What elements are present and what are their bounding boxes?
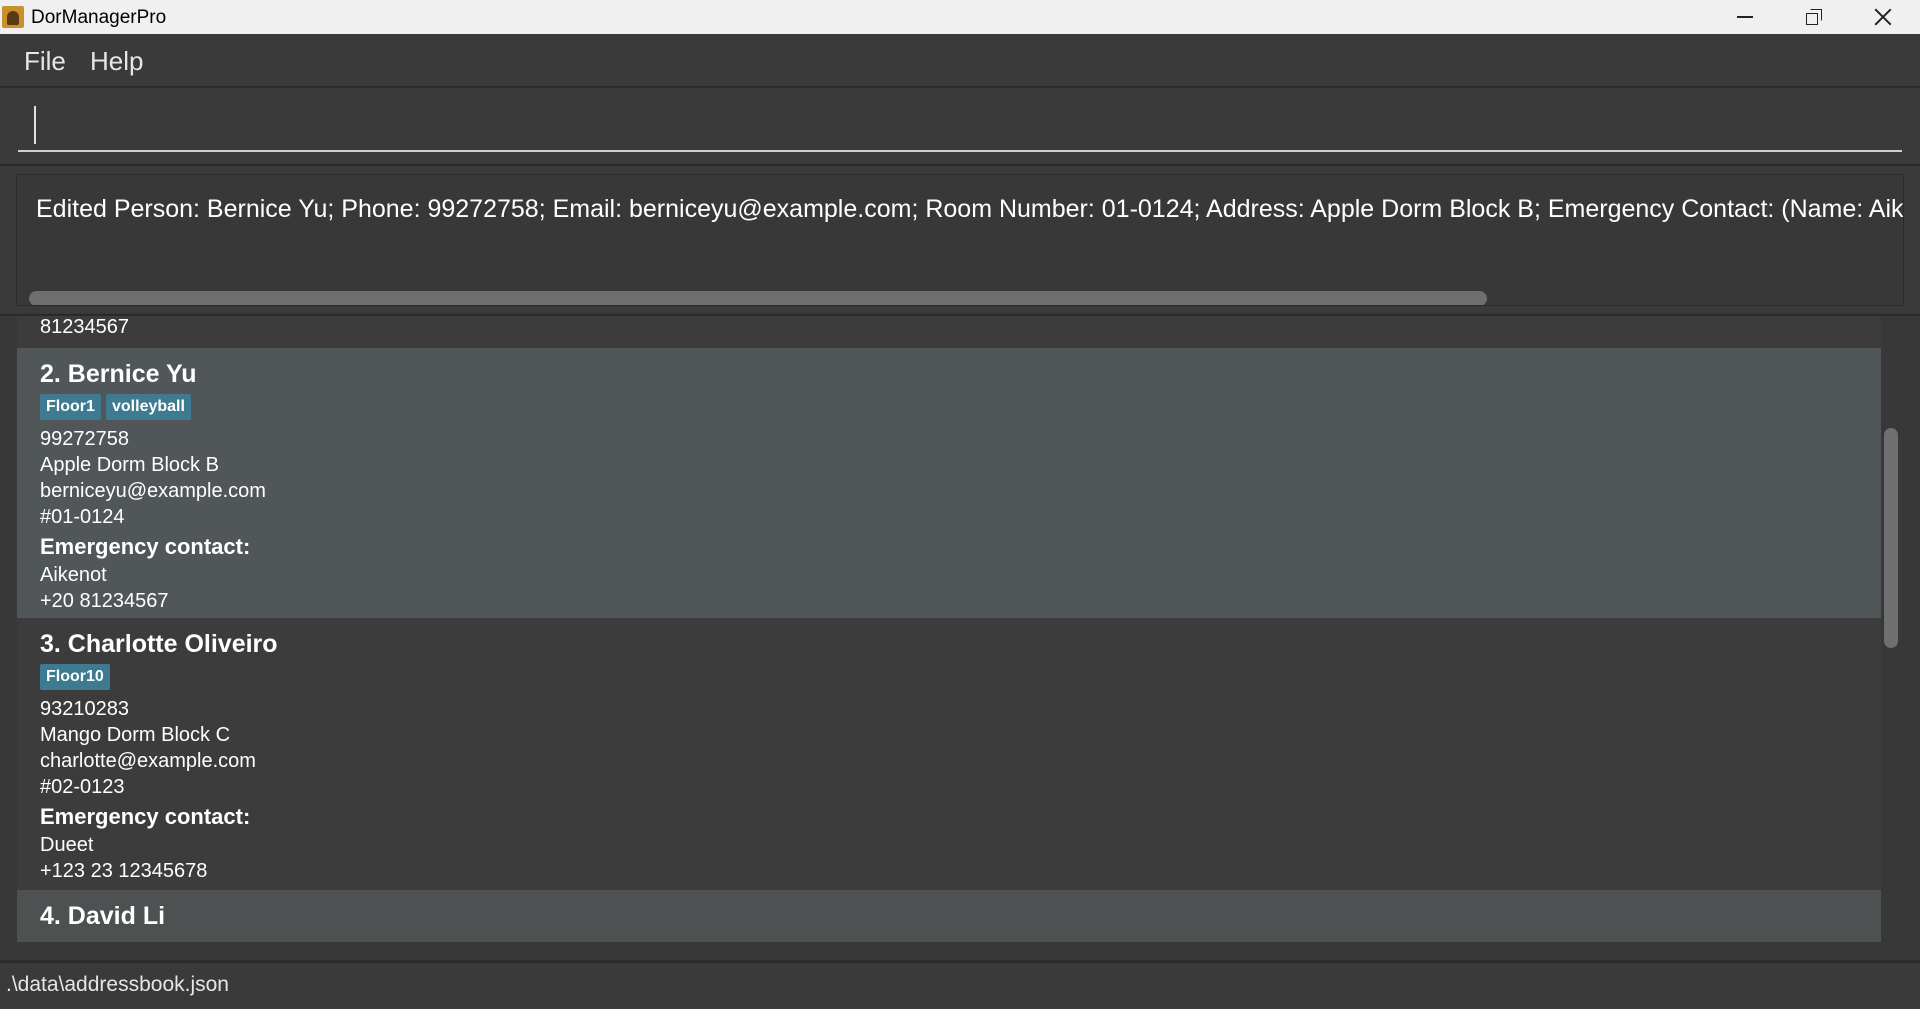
- emergency-contact-label: Emergency contact:: [40, 534, 251, 559]
- text-cursor: [34, 106, 36, 144]
- restore-icon: [1806, 9, 1822, 25]
- result-text: Edited Person: Bernice Yu; Phone: 992727…: [36, 195, 1904, 223]
- menu-file[interactable]: File: [20, 46, 70, 77]
- person-card-bernice-yu[interactable]: 2. Bernice Yu Floor1 volleyball 99272758…: [17, 348, 1881, 618]
- partial-phone: 81234567: [40, 316, 129, 338]
- command-input[interactable]: [18, 102, 1902, 152]
- minimize-icon: [1737, 16, 1753, 18]
- person-address: Apple Dorm Block B: [40, 454, 219, 476]
- vertical-scrollbar[interactable]: [1884, 428, 1898, 648]
- command-box-area: [0, 88, 1920, 165]
- app-icon: [2, 6, 24, 28]
- tag-floor1: Floor1: [40, 394, 101, 420]
- person-room: #02-0123: [40, 776, 125, 798]
- tag-floor10: Floor10: [40, 664, 110, 690]
- emergency-contact-label: Emergency contact:: [40, 804, 251, 829]
- close-button[interactable]: [1848, 0, 1918, 34]
- person-phone: 93210283: [40, 698, 129, 720]
- person-email: berniceyu@example.com: [40, 480, 266, 502]
- person-address: Mango Dorm Block C: [40, 724, 231, 746]
- person-list: 81234567 2. Bernice Yu Floor1 volleyball…: [0, 316, 1920, 960]
- person-card-david-li[interactable]: 4. David Li: [17, 890, 1881, 942]
- horizontal-scrollbar[interactable]: [29, 291, 1487, 305]
- save-location: .\data\addressbook.json: [6, 973, 229, 996]
- emergency-contact-phone: +123 23 12345678: [40, 860, 208, 882]
- emergency-contact-name: Aikenot: [40, 564, 107, 586]
- menu-bar: File Help: [0, 34, 1920, 87]
- title-bar: DorManagerPro: [0, 0, 1920, 34]
- person-phone: 99272758: [40, 428, 129, 450]
- menu-help[interactable]: Help: [86, 46, 147, 77]
- result-display-area: Edited Person: Bernice Yu; Phone: 992727…: [0, 166, 1920, 315]
- person-email: charlotte@example.com: [40, 750, 256, 772]
- person-list-viewport: 81234567 2. Bernice Yu Floor1 volleyball…: [17, 316, 1881, 942]
- person-name: 3. Charlotte Oliveiro: [40, 630, 278, 658]
- restore-button[interactable]: [1779, 0, 1849, 34]
- emergency-contact-name: Dueet: [40, 834, 94, 856]
- result-display: Edited Person: Bernice Yu; Phone: 992727…: [16, 174, 1904, 306]
- person-room: #01-0124: [40, 506, 125, 528]
- person-card-partial[interactable]: 81234567: [17, 316, 1881, 348]
- emergency-contact-phone: +20 81234567: [40, 590, 169, 612]
- app-title: DorManagerPro: [31, 7, 167, 28]
- close-icon: [1874, 8, 1892, 26]
- person-card-charlotte-oliveiro[interactable]: 3. Charlotte Oliveiro Floor10 93210283 M…: [17, 618, 1881, 890]
- person-name: 2. Bernice Yu: [40, 360, 197, 388]
- person-name: 4. David Li: [40, 902, 166, 930]
- status-bar: .\data\addressbook.json: [0, 962, 1920, 1009]
- minimize-button[interactable]: [1710, 0, 1780, 34]
- tag-volleyball: volleyball: [106, 394, 191, 420]
